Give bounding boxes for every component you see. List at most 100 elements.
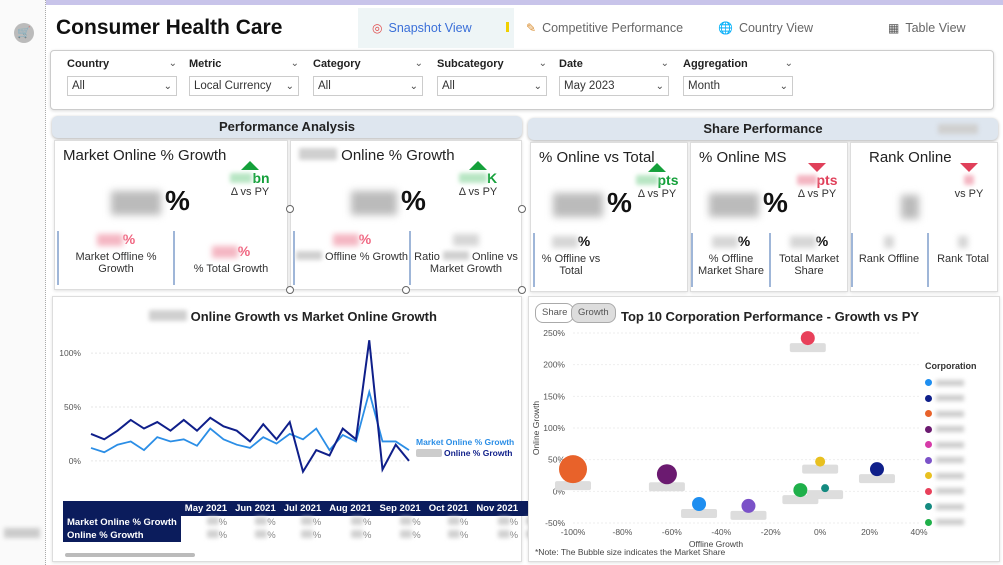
table-cell: % xyxy=(231,516,280,529)
table-cell: % xyxy=(181,516,231,529)
metric-select[interactable]: Local Currency ⌄ xyxy=(189,76,299,96)
legend-item[interactable] xyxy=(925,515,977,531)
chevron-down-icon[interactable]: ⌄ xyxy=(169,58,177,70)
cart-icon[interactable]: 🛒 xyxy=(14,23,34,43)
x-tick-label: -60% xyxy=(662,527,682,537)
table-cell: % xyxy=(425,516,473,529)
aggregation-select[interactable]: Month ⌄ xyxy=(683,76,793,96)
arrow-up-icon xyxy=(648,163,666,172)
subcategory-select[interactable]: All ⌄ xyxy=(437,76,547,96)
y-axis-label: Online Growth xyxy=(531,401,541,456)
chevron-down-icon[interactable]: ⌄ xyxy=(415,58,423,70)
corporation-legend: Corporation xyxy=(925,361,977,530)
country-select[interactable]: All ⌄ xyxy=(67,76,177,96)
legend-dot xyxy=(925,441,932,449)
chevron-down-icon: ⌄ xyxy=(163,80,172,92)
kpi-main-value: % xyxy=(709,187,788,219)
date-select[interactable]: May 2023 ⌄ xyxy=(559,76,669,96)
legend-item[interactable] xyxy=(925,422,977,438)
bubble-size-note: *Note: The Bubble size indicates the Mar… xyxy=(535,547,726,557)
legend-dot xyxy=(925,410,932,418)
legend-label-blur xyxy=(936,488,964,495)
kpi-online-growth: Online % Growth % K Δ vs PY % Offline % … xyxy=(290,140,522,290)
legend-item[interactable] xyxy=(925,437,977,453)
kpi-main-value xyxy=(901,189,923,221)
resize-handle[interactable] xyxy=(518,286,526,294)
filter-date: Date ⌄ May 2023 ⌄ xyxy=(559,58,669,96)
line-chart: 100%50%0%Jul 2021Jan 2022Jul 2022Jan 202… xyxy=(59,340,514,513)
legend-item[interactable] xyxy=(925,484,977,500)
bubble-point[interactable] xyxy=(815,456,826,467)
bubble-point[interactable] xyxy=(793,483,808,498)
toggle-share-button[interactable]: Share xyxy=(535,303,575,323)
kpi-market-online-growth: Market Online % Growth % bn Δ vs PY % Ma… xyxy=(54,140,288,290)
kpi-main-value: % xyxy=(111,185,190,217)
bubble-point[interactable] xyxy=(656,464,677,485)
share-performance-header: Share Performance xyxy=(528,118,998,140)
legend-label-blur xyxy=(936,426,964,433)
legend-item[interactable] xyxy=(925,391,977,407)
x-tick-label: -100% xyxy=(561,527,586,537)
sub-rank-offline: Rank Offline xyxy=(851,233,925,287)
x-tick-label: -80% xyxy=(613,527,633,537)
legend-item[interactable] xyxy=(925,453,977,469)
legend-dot xyxy=(925,487,932,495)
brand-name-blur xyxy=(938,124,978,134)
chevron-down-icon[interactable]: ⌄ xyxy=(661,58,669,70)
legend-label-blur xyxy=(936,395,964,402)
table-cell: % xyxy=(472,516,522,529)
bubble-point[interactable] xyxy=(559,455,587,484)
tab-competitive-performance[interactable]: ✎ Competitive Performance xyxy=(526,8,683,48)
table-cell: % xyxy=(325,529,375,542)
legend-label-blur xyxy=(936,457,964,464)
table-cell: % xyxy=(181,529,231,542)
category-select[interactable]: All ⌄ xyxy=(313,76,423,96)
tab-table-view[interactable]: ▦ Table View xyxy=(888,8,966,48)
legend-item[interactable] xyxy=(925,468,977,484)
resize-handle[interactable] xyxy=(286,286,294,294)
chevron-down-icon[interactable]: ⌄ xyxy=(785,58,793,70)
bubble-point[interactable] xyxy=(692,497,707,511)
legend-label-blur xyxy=(936,519,964,526)
table-row: Online % Growth%%%%%%%% xyxy=(63,529,551,542)
tab-country-view[interactable]: 🌐 Country View xyxy=(718,8,813,48)
chevron-down-icon: ⌄ xyxy=(409,80,418,92)
line-chart-card: Online Growth vs Market Online Growth 10… xyxy=(52,296,551,562)
logo-blur xyxy=(4,528,40,538)
kpi-delta: K Δ vs PY xyxy=(443,161,513,198)
resize-handle[interactable] xyxy=(286,205,294,213)
chevron-down-icon[interactable]: ⌄ xyxy=(291,58,299,70)
legend-item[interactable] xyxy=(925,375,977,391)
resize-handle[interactable] xyxy=(402,286,410,294)
kpi-online-vs-total: % Online vs Total % pts Δ vs PY % % Offl… xyxy=(530,142,688,292)
legend-dot xyxy=(925,456,932,464)
table-cell: % xyxy=(231,529,280,542)
growth-table: May 2021 Jun 2021 Jul 2021 Aug 2021 Sep 2021… xyxy=(63,501,551,542)
legend-item[interactable] xyxy=(925,499,977,515)
bubble-point[interactable] xyxy=(821,484,830,493)
table-header-cell: Jun 2021 xyxy=(231,501,280,516)
chevron-down-icon[interactable]: ⌄ xyxy=(539,58,547,70)
bubble-point[interactable] xyxy=(869,462,884,477)
resize-handle[interactable] xyxy=(518,205,526,213)
globe-icon: 🌐 xyxy=(718,21,733,35)
series-label-blur xyxy=(416,449,442,457)
bubble-chart-card: Share Growth Top 10 Corporation Performa… xyxy=(528,296,1000,562)
legend-label-blur xyxy=(936,410,964,417)
horizontal-scrollbar[interactable] xyxy=(65,553,195,557)
chevron-down-icon: ⌄ xyxy=(533,80,542,92)
filter-panel: Country ⌄ All ⌄ Metric ⌄ Local Currency ⌄ Ca… xyxy=(50,50,994,110)
table-cell: % xyxy=(325,516,375,529)
filter-category: Category ⌄ All ⌄ xyxy=(313,58,423,96)
y-tick-label: 100% xyxy=(59,348,81,358)
series-line-1 xyxy=(90,340,410,475)
legend-item[interactable] xyxy=(925,406,977,422)
sub-offline-vs-total: % % Offline vs Total xyxy=(533,233,607,287)
toggle-growth-button[interactable]: Growth xyxy=(571,303,616,323)
tab-snapshot-view[interactable]: ◎ Snapshot View xyxy=(358,8,514,48)
series-label-market-online: Market Online % Growth xyxy=(416,437,514,447)
bubble-point[interactable] xyxy=(741,498,756,513)
sub-total-growth: % % Total Growth xyxy=(173,231,287,285)
bubble-point[interactable] xyxy=(800,331,815,346)
legend-dot xyxy=(925,394,932,402)
